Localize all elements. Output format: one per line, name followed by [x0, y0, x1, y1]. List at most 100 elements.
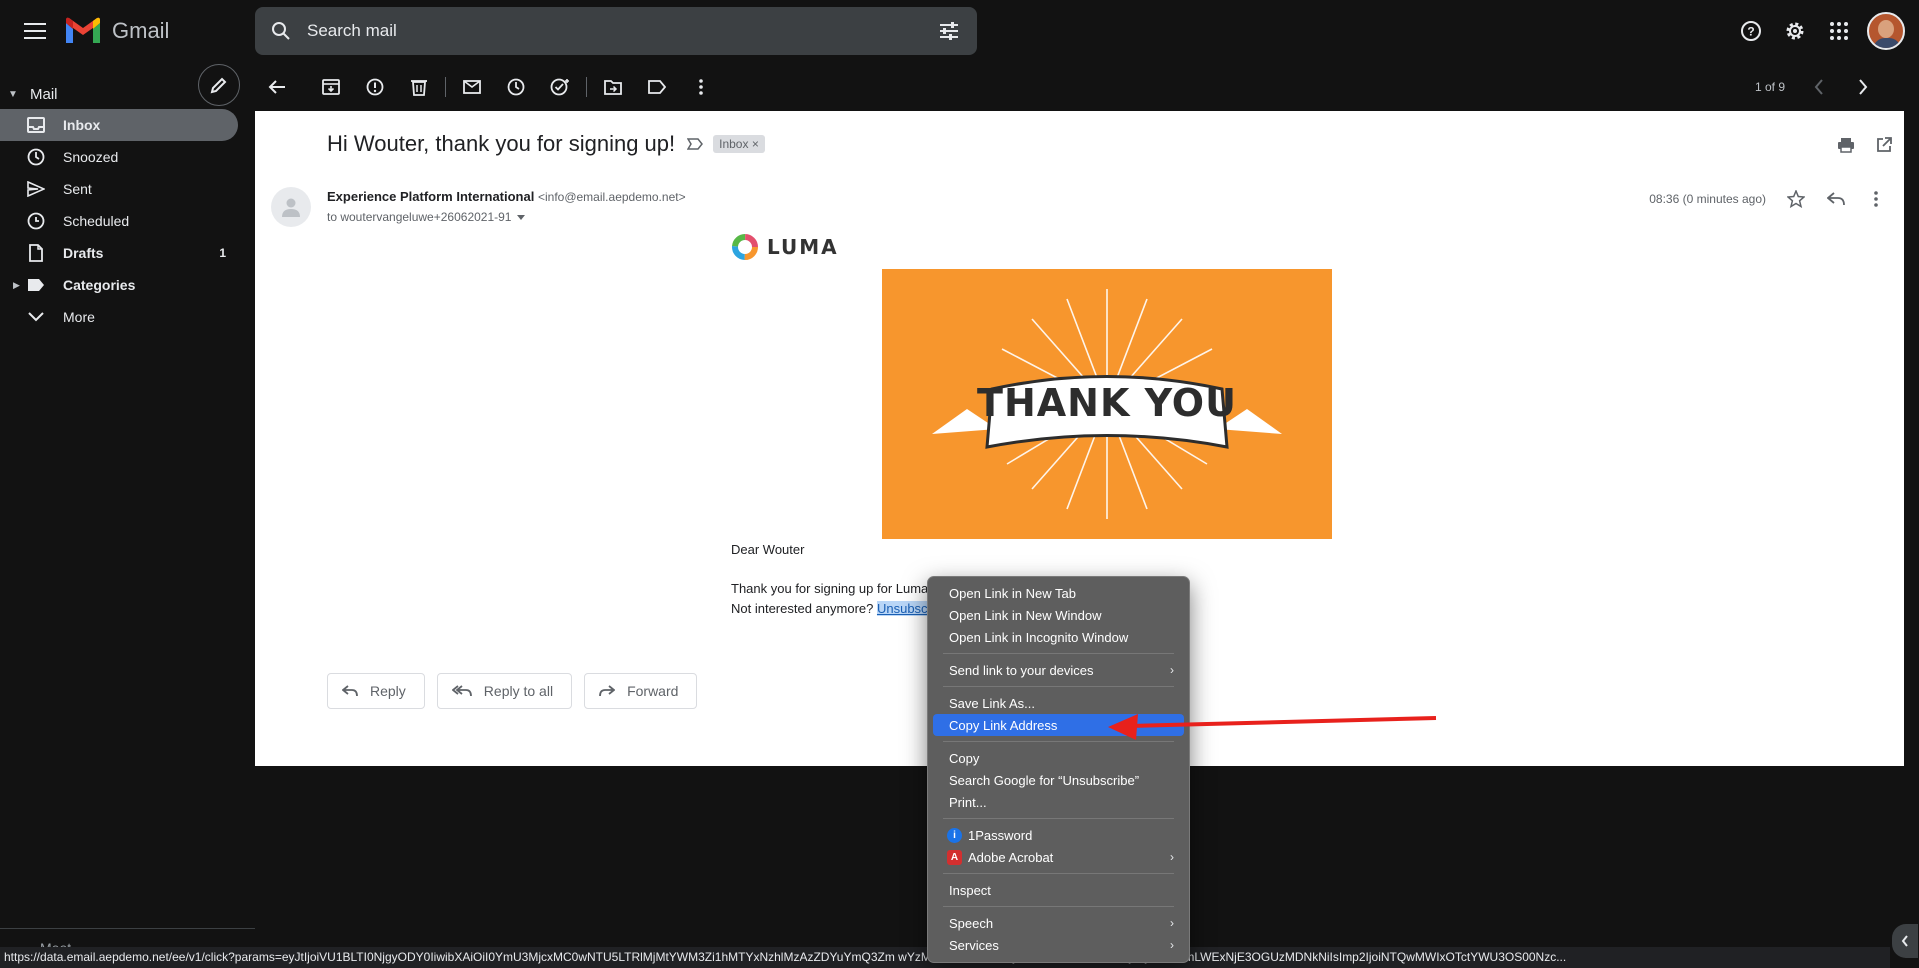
sidebar-item-snoozed[interactable]: Snoozed [0, 141, 238, 173]
search-icon [272, 22, 290, 40]
1password-icon: i [947, 827, 962, 843]
apps-button[interactable] [1817, 10, 1861, 52]
inbox-label-chip[interactable]: Inbox × [713, 135, 765, 153]
star-button[interactable] [1776, 183, 1816, 215]
drafts-count: 1 [219, 246, 226, 260]
add-task-button[interactable] [538, 68, 582, 106]
recipient-line: to woutervangeluwe+26062021-91 [327, 210, 526, 224]
sidebar-item-more[interactable]: More [0, 301, 238, 333]
chevron-left-icon [1814, 79, 1823, 95]
mark-unread-button[interactable] [450, 68, 494, 106]
sidebar-item-inbox[interactable]: Inbox [0, 109, 238, 141]
forward-button[interactable]: Forward [584, 673, 698, 709]
help-button[interactable]: ? [1729, 10, 1773, 52]
gmail-logo[interactable]: Gmail [64, 14, 169, 48]
search-bar[interactable]: Search mail [255, 7, 977, 55]
reply-icon [1827, 192, 1845, 206]
back-button[interactable] [255, 68, 299, 106]
main-menu-button[interactable] [18, 14, 52, 48]
chevron-right-icon [1859, 79, 1868, 95]
body-line-2-prefix: Not interested anymore? [731, 601, 877, 616]
sender-email: <info@email.aepdemo.net> [537, 190, 686, 204]
sidebar-item-drafts[interactable]: Drafts 1 [0, 237, 238, 269]
menu-1password[interactable]: i 1Password [933, 824, 1184, 846]
pager-text: 1 of 9 [1754, 80, 1785, 94]
menu-divider [943, 653, 1174, 654]
menu-open-incognito[interactable]: Open Link in Incognito Window [933, 626, 1184, 648]
menu-search-google[interactable]: Search Google for “Unsubscribe” [933, 769, 1184, 791]
add-task-icon [550, 78, 569, 96]
print-icon [1838, 138, 1854, 153]
reply-icon-button[interactable] [1816, 183, 1856, 215]
sidebar-item-scheduled[interactable]: Scheduled [0, 205, 238, 237]
menu-divider [943, 686, 1174, 687]
chevron-down-icon [26, 307, 46, 327]
print-all-button[interactable] [1832, 131, 1860, 159]
reply-all-icon [451, 685, 472, 697]
search-options-icon [940, 22, 958, 40]
menu-open-new-window[interactable]: Open Link in New Window [933, 604, 1184, 626]
mail-section-label: Mail [30, 85, 58, 103]
account-avatar[interactable] [1867, 12, 1905, 50]
context-menu: Open Link in New Tab Open Link in New Wi… [927, 576, 1190, 963]
menu-services[interactable]: Services › [933, 934, 1184, 956]
side-panel-toggle[interactable] [1892, 924, 1918, 958]
sidebar-item-categories[interactable]: ▶ Categories [0, 269, 238, 301]
app-name: Gmail [112, 18, 170, 43]
open-new-window-button[interactable] [1870, 131, 1898, 159]
report-spam-icon [366, 78, 384, 96]
unsubscribe-link[interactable]: Unsubsc [876, 601, 928, 616]
menu-speech[interactable]: Speech › [933, 912, 1184, 934]
message-time: 08:36 (0 minutes ago) [1649, 192, 1766, 206]
menu-print[interactable]: Print... [933, 791, 1184, 813]
message-toolbar: 1 of 9 [255, 68, 1905, 106]
reply-all-button[interactable]: Reply to all [436, 673, 573, 709]
more-vert-icon [699, 79, 703, 95]
toolbar-divider [445, 77, 446, 97]
label-outline-icon [648, 80, 666, 94]
menu-divider [943, 873, 1174, 874]
menu-open-new-tab[interactable]: Open Link in New Tab [933, 582, 1184, 604]
menu-send-to-devices[interactable]: Send link to your devices › [933, 659, 1184, 681]
sidebar-item-label: Drafts [63, 245, 104, 261]
sidebar-item-label: Sent [63, 181, 92, 197]
annotation-arrow-icon [1108, 714, 1437, 740]
delete-button[interactable] [397, 68, 441, 106]
caret-right-icon[interactable]: ▶ [13, 280, 20, 291]
newer-button[interactable] [1797, 68, 1841, 106]
settings-button[interactable] [1773, 10, 1817, 52]
reply-label: Reply [370, 683, 406, 699]
svg-text:?: ? [1747, 25, 1754, 39]
older-button[interactable] [1841, 68, 1885, 106]
top-bar: Gmail Search mail ? [0, 0, 1919, 62]
message-more-button[interactable] [1856, 183, 1896, 215]
move-folder-icon [604, 80, 622, 95]
submenu-arrow-icon: › [1170, 663, 1174, 677]
move-to-button[interactable] [591, 68, 635, 106]
pencil-icon [210, 77, 227, 94]
report-spam-button[interactable] [353, 68, 397, 106]
reply-button[interactable]: Reply [327, 673, 425, 709]
archive-button[interactable] [309, 68, 353, 106]
archive-icon [322, 79, 340, 95]
toolbar-divider [586, 77, 587, 97]
sidebar-item-sent[interactable]: Sent [0, 173, 238, 205]
sender-avatar[interactable] [271, 187, 311, 227]
mail-icon [463, 80, 481, 94]
compose-button[interactable] [198, 64, 240, 106]
menu-label: Speech [949, 915, 994, 931]
labels-button[interactable] [635, 68, 679, 106]
menu-inspect[interactable]: Inspect [933, 879, 1184, 901]
trash-icon [411, 80, 427, 96]
folder-list: Inbox Snoozed Sent Scheduled Drafts 1 ▶ … [0, 109, 255, 333]
sender-name[interactable]: Experience Platform International [327, 189, 534, 204]
search-input[interactable]: Search mail [307, 21, 939, 41]
snooze-button[interactable] [494, 68, 538, 106]
send-icon [26, 179, 46, 199]
gmail-m-icon [66, 17, 100, 43]
body-line-1: Thank you for signing up for Luma [731, 581, 929, 596]
menu-adobe-acrobat[interactable]: A Adobe Acrobat › [933, 846, 1184, 868]
sidebar-item-label: Inbox [63, 117, 101, 133]
gear-icon [1786, 22, 1804, 40]
more-actions-button[interactable] [679, 68, 723, 106]
